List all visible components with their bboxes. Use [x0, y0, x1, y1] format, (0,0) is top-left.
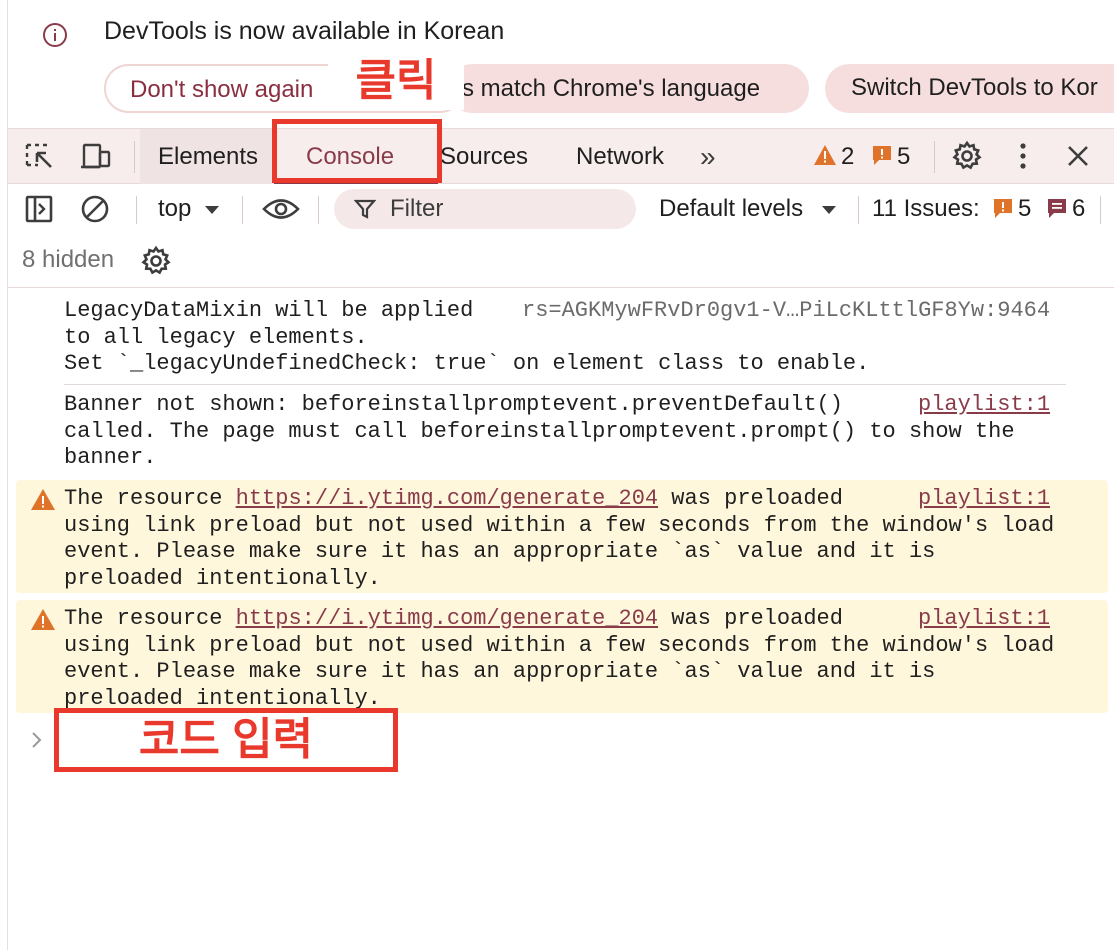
separator: [858, 196, 859, 224]
annotation-code-input-label: 코드 입력: [138, 715, 314, 764]
hidden-messages-row: 8 hidden: [8, 234, 1114, 288]
message-line: Set `_legacyUndefinedCheck: true` on ele…: [64, 351, 870, 376]
console-message: Banner not shown: beforeinstallprompteve…: [8, 392, 1114, 478]
annotation-console-highlight: [272, 119, 442, 183]
message-line: Banner not shown: beforeinstallprompteve…: [64, 392, 843, 417]
issues-errors-count[interactable]: 5: [1018, 184, 1031, 234]
separator: [136, 196, 137, 224]
warning-prefix: The resource: [64, 606, 236, 631]
warnings-count[interactable]: 2: [841, 129, 854, 184]
tab-sources[interactable]: Sources: [440, 129, 528, 184]
language-banner: DevTools is now available in Korean Don'…: [8, 0, 1114, 128]
message-line: to all legacy elements.: [64, 324, 368, 350]
devtools-tab-bar: Elements Console Sources Network » 2 5: [8, 128, 1114, 184]
log-levels-dropdown[interactable]: Default levels: [659, 184, 803, 234]
console-toolbar: top Filter Default levels 11 Issues: 5 6: [8, 184, 1114, 234]
resource-url-link[interactable]: https://i.ytimg.com/generate_204: [236, 486, 658, 511]
resource-url-link[interactable]: https://i.ytimg.com/generate_204: [236, 606, 658, 631]
message-line: event. Please make sure it has an approp…: [64, 659, 936, 684]
message-line: called. The page must call beforeinstall…: [64, 418, 1015, 444]
device-toolbar-icon[interactable]: [80, 142, 112, 172]
console-settings-gear-icon[interactable]: [140, 245, 172, 277]
warning-first-line: The resource https://i.ytimg.com/generat…: [64, 486, 843, 513]
message-divider: [64, 384, 1066, 385]
message-source-link[interactable]: rs=AGKMywFRvDr0gv1-V…PiLcKLttlGF8Yw:9464: [522, 298, 1050, 325]
message-line: LegacyDataMixin will be applied: [64, 298, 474, 323]
separator: [318, 196, 319, 224]
filter-placeholder: Filter: [390, 195, 444, 222]
error-icon: [873, 146, 891, 165]
match-chrome-language-label: s match Chrome's language: [462, 75, 761, 102]
message-line: using link preload but not used within a…: [64, 632, 1055, 658]
message-source-link[interactable]: playlist:1: [918, 486, 1050, 513]
context-selector[interactable]: top: [158, 184, 191, 234]
tab-elements[interactable]: Elements: [140, 129, 274, 184]
message-line: banner.: [64, 445, 157, 470]
warning-first-line: The resource https://i.ytimg.com/generat…: [64, 606, 843, 633]
clear-console-icon[interactable]: [80, 194, 110, 224]
close-icon[interactable]: [1066, 144, 1090, 168]
inspect-element-icon[interactable]: [24, 142, 56, 172]
chevron-down-icon: [205, 206, 219, 214]
error-icon: [994, 199, 1012, 218]
info-icon: [43, 23, 67, 47]
issues-label[interactable]: 11 Issues:: [872, 184, 980, 234]
hidden-count: 8 hidden: [22, 246, 115, 273]
message-line: event. Please make sure it has an approp…: [64, 539, 936, 564]
errors-count[interactable]: 5: [897, 129, 910, 184]
message-source-link[interactable]: playlist:1: [918, 392, 1050, 419]
separator: [134, 141, 135, 173]
more-tabs-button[interactable]: »: [700, 129, 716, 184]
separator: [934, 141, 935, 173]
warning-text: The resource https://i.ytimg.com/generat…: [8, 486, 1114, 596]
chevron-down-icon: [822, 206, 836, 214]
banner-message: DevTools is now available in Korean: [104, 17, 505, 45]
message-line: preloaded intentionally.: [64, 565, 381, 591]
separator: [242, 196, 243, 224]
warning-text: The resource https://i.ytimg.com/generat…: [8, 606, 1114, 716]
switch-devtools-language-button[interactable]: Switch DevTools to Kor: [825, 64, 1114, 113]
tab-network[interactable]: Network: [576, 129, 664, 184]
message-source-link[interactable]: playlist:1: [918, 606, 1050, 633]
annotation-click-label: 클릭: [328, 52, 464, 110]
gear-icon[interactable]: [951, 140, 983, 172]
message-line: using link preload but not used within a…: [64, 512, 1055, 538]
warning-suffix: was preloaded: [658, 606, 843, 631]
filter-input[interactable]: [334, 189, 636, 229]
issues-info-count[interactable]: 6: [1072, 184, 1085, 234]
live-expression-eye-icon[interactable]: [262, 196, 300, 222]
info-message-icon: [1048, 199, 1066, 218]
warning-suffix: was preloaded: [658, 486, 843, 511]
sidebar-toggle-icon[interactable]: [24, 194, 54, 224]
kebab-menu-icon[interactable]: [1014, 141, 1032, 171]
console-prompt-chevron-icon: [32, 732, 42, 748]
console-message: LegacyDataMixin will be applied to all l…: [8, 298, 1114, 384]
filter-icon: [354, 199, 376, 219]
warning-prefix: The resource: [64, 486, 236, 511]
warning-icon: [814, 145, 836, 165]
separator: [1100, 196, 1101, 224]
